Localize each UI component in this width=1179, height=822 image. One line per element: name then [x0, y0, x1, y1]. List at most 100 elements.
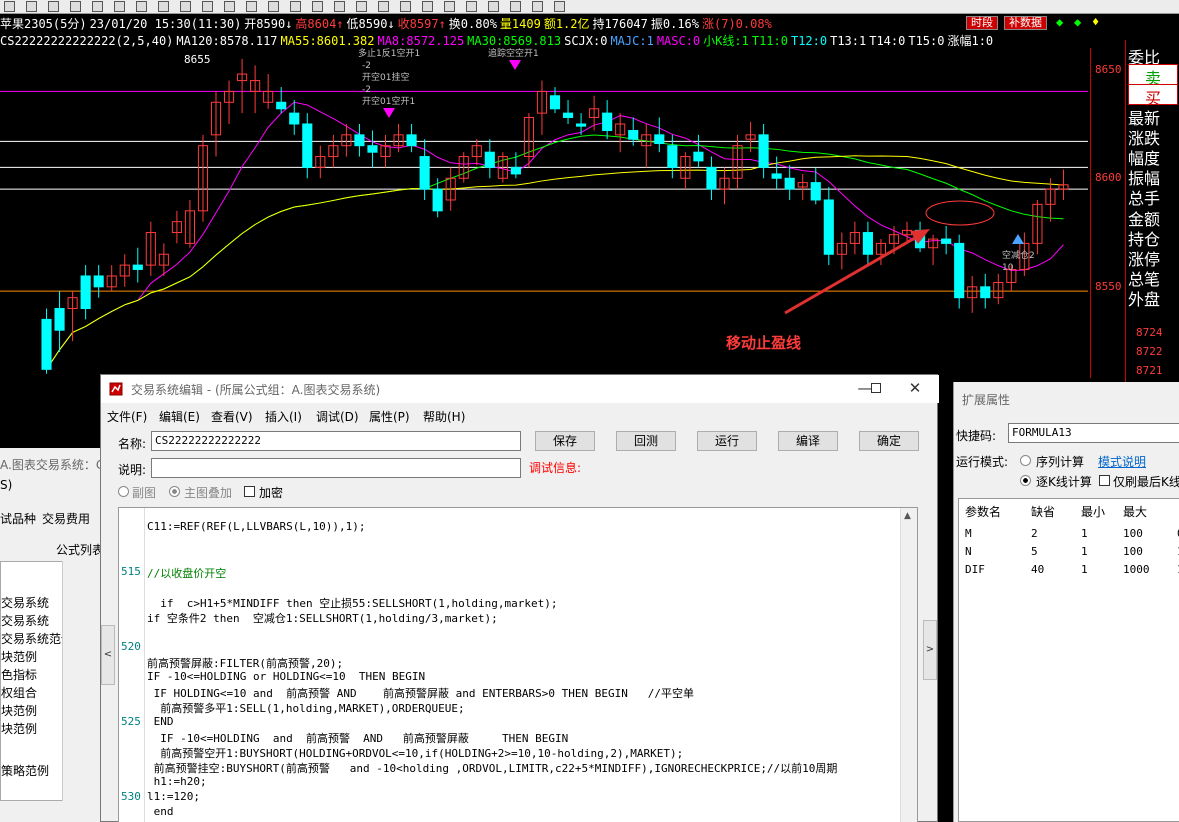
dropdown-icon[interactable] — [488, 1, 499, 12]
tree-item[interactable]: 块范例 — [1, 720, 37, 737]
channel-icon[interactable] — [290, 1, 301, 12]
tree-item[interactable]: 色指标 — [1, 666, 37, 683]
tree-item[interactable]: 策略范例 — [1, 762, 49, 779]
code-line[interactable]: END — [147, 715, 174, 728]
run-button[interactable]: 运行 — [697, 431, 757, 451]
cursor-icon[interactable] — [224, 1, 235, 12]
editor-scrollbar[interactable]: ▲ — [900, 508, 917, 822]
line-icon[interactable] — [136, 1, 147, 12]
code-line[interactable]: //以收盘价开空 — [147, 565, 226, 581]
pen-icon[interactable] — [400, 1, 411, 12]
left-splitter[interactable]: < — [101, 625, 115, 685]
table-cell[interactable]: 100 — [1123, 545, 1143, 558]
table-header[interactable]: 最小 — [1081, 503, 1105, 520]
sell-button[interactable]: 卖 — [1128, 64, 1178, 88]
rect-icon[interactable] — [312, 1, 323, 12]
table-cell[interactable]: 1 — [1081, 545, 1088, 558]
ext-mode-tick-radio[interactable] — [1020, 475, 1031, 486]
code-line[interactable]: end — [147, 805, 174, 818]
code-line[interactable]: C11:=REF(REF(L,LLVBARS(L,10)),1); — [147, 520, 366, 533]
table-cell[interactable]: 100 — [1123, 527, 1143, 540]
alert-icon[interactable]: ◆ — [1074, 15, 1081, 29]
ok-button[interactable]: 确定 — [859, 431, 919, 451]
menu-item[interactable]: 文件(F) — [107, 408, 147, 425]
ext-shortcut-input[interactable]: FORMULA13 — [1008, 423, 1179, 443]
star-icon[interactable] — [554, 1, 565, 12]
circle-icon[interactable] — [334, 1, 345, 12]
table-cell[interactable]: 40 — [1031, 563, 1044, 576]
maximize-button[interactable] — [857, 379, 881, 399]
buy-button[interactable]: 买 — [1128, 84, 1178, 108]
hline-icon[interactable] — [268, 1, 279, 12]
code-line[interactable]: 前高预警空开1:BUYSHORT(HOLDING+ORDVOL<=10,if(H… — [147, 745, 683, 761]
bg-scrollbar[interactable] — [62, 561, 78, 801]
table-header[interactable]: 参数名 — [965, 503, 1001, 520]
menu-item[interactable]: 编辑(E) — [159, 408, 200, 425]
cursor-icon[interactable] — [378, 1, 389, 12]
fork-icon[interactable] — [510, 1, 521, 12]
percent-icon[interactable] — [158, 1, 169, 12]
dialog-title-bar[interactable]: 交易系统编辑 - (所属公式组：A.图表交易系统) — ✕ — [101, 375, 939, 403]
table-cell[interactable]: 5 — [1031, 545, 1038, 558]
tree-item[interactable]: 交易系统 — [1, 612, 49, 629]
line-icon[interactable] — [246, 1, 257, 12]
save-button[interactable]: 保存 — [535, 431, 595, 451]
desc-input[interactable] — [151, 458, 521, 478]
code-line[interactable]: IF -10<=HOLDING and 前高预警 AND 前高预警屏蔽 THEN… — [147, 730, 568, 746]
ruler-icon[interactable] — [532, 1, 543, 12]
code-editor[interactable]: 515 520 525 530 C11:=REF(REF(L,LLVBARS(L,10… — [118, 507, 918, 822]
tree-item[interactable]: 块范例 — [1, 648, 37, 665]
code-line[interactable]: h1:=h20; — [147, 775, 207, 788]
table-cell[interactable]: 2 — [1031, 527, 1038, 540]
bg-tab-2[interactable]: 交易费用 — [42, 510, 90, 527]
table-cell[interactable]: 1 — [1081, 527, 1088, 540]
code-line[interactable]: IF HOLDING<=10 and 前高预警 AND 前高预警屏蔽 and E… — [147, 685, 694, 701]
name-input[interactable]: CS22222222222222 — [151, 431, 521, 451]
tree-item[interactable]: 权组合 — [1, 684, 37, 701]
zoom-in-icon[interactable] — [48, 1, 59, 12]
close-button[interactable]: ✕ — [903, 379, 927, 399]
table-cell[interactable]: 1000 — [1123, 563, 1150, 576]
menu-item[interactable]: 插入(I) — [265, 408, 302, 425]
star-icon[interactable]: ♦ — [1092, 15, 1099, 29]
code-line[interactable]: if c>H1+5*MINDIFF then 空止损55:SELLSHORT(1… — [147, 595, 557, 611]
text-icon[interactable] — [202, 1, 213, 12]
select-icon[interactable] — [114, 1, 125, 12]
ext-last-bar-checkbox[interactable] — [1099, 475, 1110, 486]
session-button[interactable]: 时段 — [966, 16, 998, 30]
tree-item[interactable]: 交易系统 — [1, 594, 49, 611]
menu-item[interactable]: 属性(P) — [369, 408, 410, 425]
dropdown-icon[interactable] — [466, 1, 477, 12]
encrypt-checkbox[interactable] — [244, 486, 255, 497]
right-splitter[interactable]: > — [923, 620, 937, 680]
fill-data-button[interactable]: 补数据 — [1004, 16, 1047, 30]
text-icon[interactable] — [356, 1, 367, 12]
table-header[interactable]: 最大 — [1123, 503, 1147, 520]
arrow-icon[interactable] — [26, 1, 37, 12]
compile-button[interactable]: 编译 — [778, 431, 838, 451]
code-line[interactable]: l1:=120; — [147, 790, 200, 803]
code-line[interactable]: 前高预警屏蔽:FILTER(前高预警,20); — [147, 655, 343, 671]
code-line[interactable]: IF -10<=HOLDING or HOLDING<=10 THEN BEGI… — [147, 670, 425, 683]
diamond-icon[interactable]: ◆ — [1056, 15, 1063, 29]
backtest-button[interactable]: 回测 — [616, 431, 676, 451]
table-cell[interactable]: M — [965, 527, 972, 540]
ext-mode-seq-radio[interactable] — [1020, 455, 1031, 466]
menu-item[interactable]: 调试(D) — [316, 408, 359, 425]
sub-chart-radio[interactable] — [118, 486, 129, 497]
bg-tab-1[interactable]: 试品种 — [0, 510, 36, 527]
table-header[interactable]: 缺省 — [1031, 503, 1055, 520]
ext-mode-help-link[interactable]: 模式说明 — [1098, 453, 1146, 470]
settings-icon[interactable] — [444, 1, 455, 12]
menu-item[interactable]: 查看(V) — [211, 408, 253, 425]
fill-icon[interactable] — [422, 1, 433, 12]
code-line[interactable]: 前高预警多平1:SELL(1,holding,MARKET),ORDERQUEU… — [147, 700, 464, 716]
table-cell[interactable]: N — [965, 545, 972, 558]
cross-icon[interactable] — [92, 1, 103, 12]
ext-param-table[interactable]: 参数名缺省最小最大M211000N511001DIF40110001 — [958, 498, 1179, 822]
zoom-out-icon[interactable] — [70, 1, 81, 12]
menu-item[interactable]: 帮助(H) — [423, 408, 465, 425]
line-icon[interactable] — [180, 1, 191, 12]
code-line[interactable]: 前高预警挂空:BUYSHORT(前高预警 and -10<holding ,OR… — [147, 760, 838, 776]
grid-icon[interactable] — [4, 1, 15, 12]
